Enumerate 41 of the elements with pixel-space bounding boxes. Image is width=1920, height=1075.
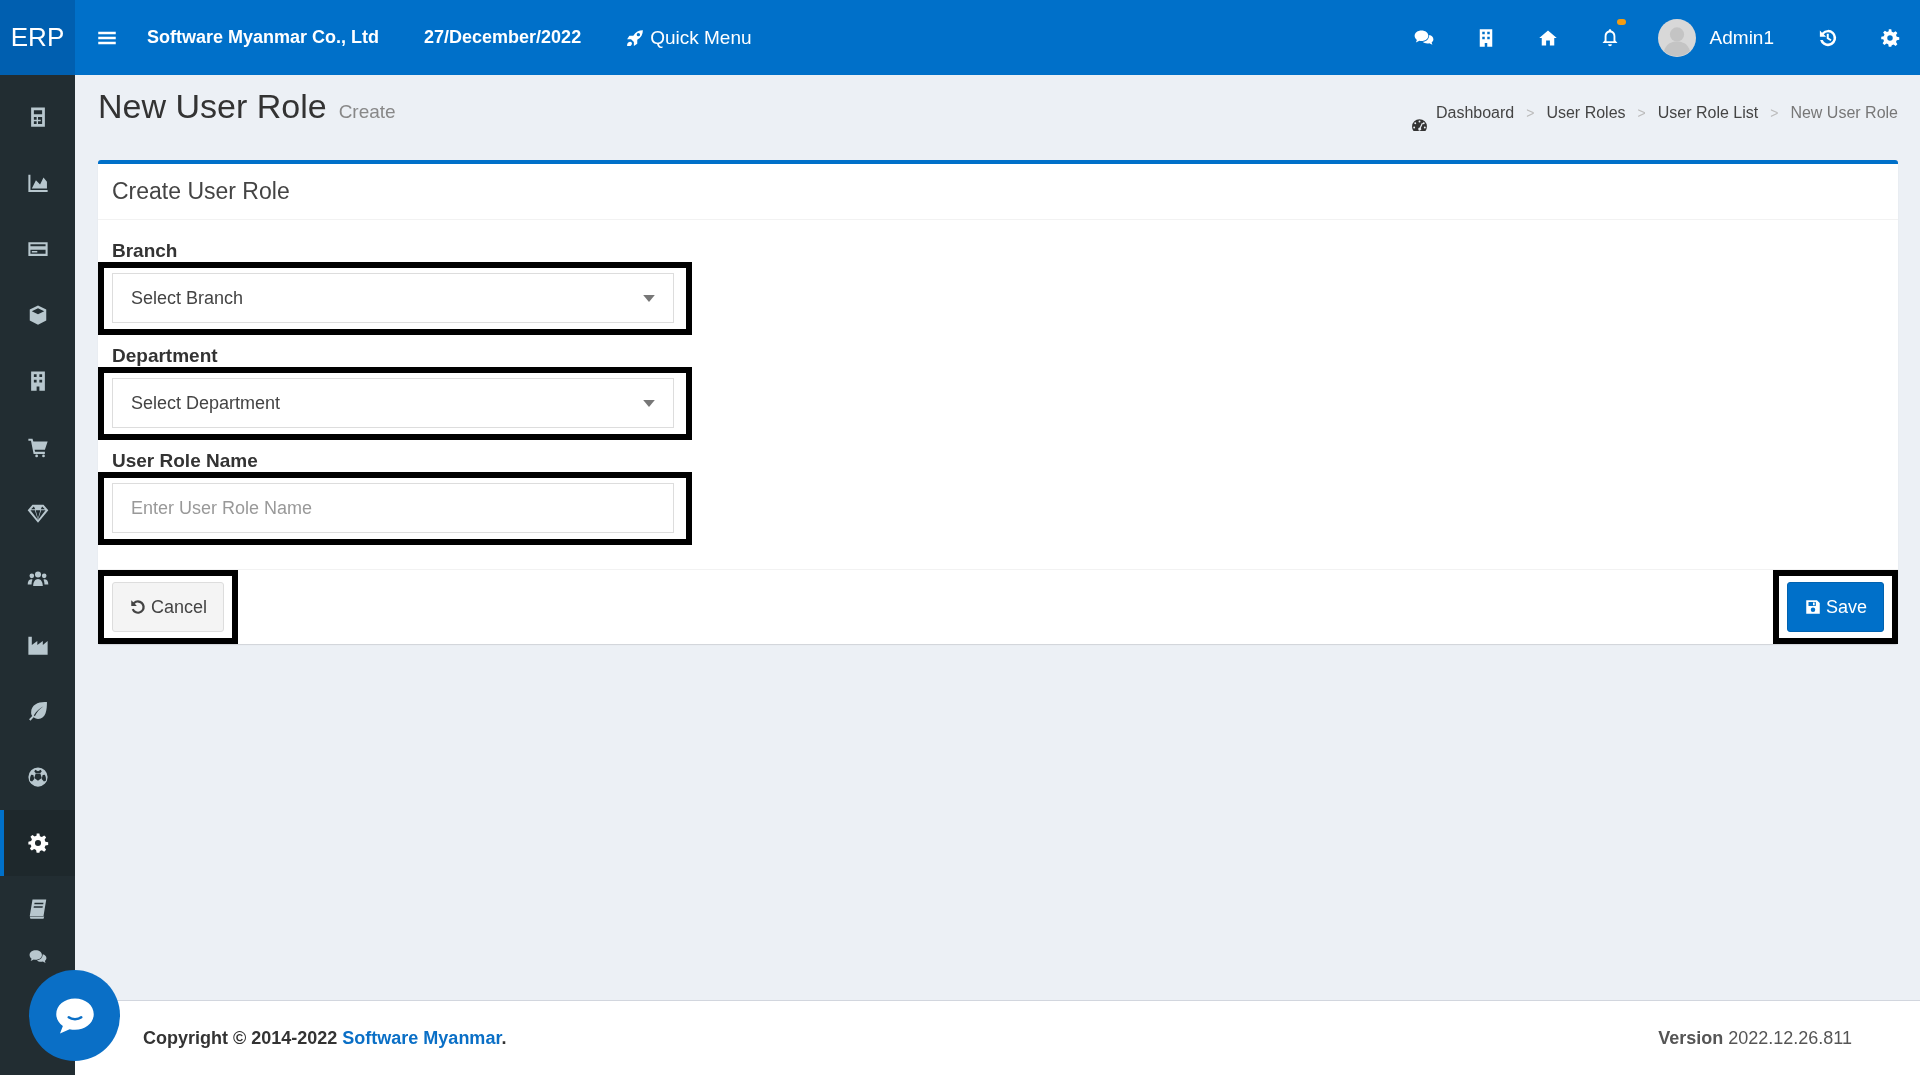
copyright-text: Copyright © 2014-2022 Software Myanmar. (143, 1027, 507, 1049)
breadcrumb-separator: > (1770, 105, 1779, 121)
current-date: 27/December/2022 (424, 27, 582, 48)
company-name: Software Myanmar Co., Ltd (147, 27, 380, 48)
breadcrumb-link[interactable]: New User Role (1790, 104, 1898, 122)
version-text: Version 2022.12.26.811 (1658, 1027, 1852, 1049)
sidebar-item[interactable] (0, 810, 75, 876)
caret-icon (643, 294, 655, 302)
field-label: User Role Name (111, 450, 259, 472)
card-title: Create User Role (98, 164, 1898, 220)
page-subtitle: Create (338, 101, 396, 123)
diamond-icon (26, 502, 49, 524)
dropdown-field[interactable]: Select Department (112, 378, 674, 428)
quick-menu-link[interactable]: Quick Menu (626, 26, 752, 49)
save-button[interactable]: Save (1786, 582, 1884, 632)
factory-icon (26, 634, 49, 656)
field-label: Department (111, 345, 219, 367)
field-label: Branch (111, 240, 179, 262)
rocket-icon (626, 28, 645, 47)
breadcrumb-link[interactable]: User Role List (1657, 104, 1759, 122)
avatar-icon (1657, 18, 1696, 57)
user-name: Admin1 (1709, 26, 1774, 49)
dropdown-field[interactable]: Select Branch (112, 273, 674, 323)
breadcrumb-link[interactable]: Dashboard (1435, 104, 1515, 122)
leaf-icon (26, 700, 49, 722)
user-menu[interactable]: Admin1 (1657, 18, 1774, 57)
app-logo[interactable]: ERP (0, 0, 75, 75)
page-title: New User Role (98, 87, 327, 126)
breadcrumb-separator: > (1526, 105, 1535, 121)
breadcrumb-link[interactable]: User Roles (1546, 104, 1626, 122)
company-link[interactable]: Software Myanmar (342, 1027, 502, 1048)
breadcrumb-separator: > (1637, 105, 1646, 121)
gear-icon[interactable] (1880, 27, 1900, 48)
history-icon[interactable] (1818, 27, 1838, 48)
caret-icon (643, 399, 655, 407)
gear-icon (26, 832, 49, 854)
cancel-button[interactable]: Cancel (112, 582, 225, 632)
chart-icon (26, 172, 49, 194)
input-field[interactable]: Enter User Role Name (112, 483, 674, 533)
undo-icon (129, 598, 147, 616)
cart-icon (26, 436, 49, 458)
